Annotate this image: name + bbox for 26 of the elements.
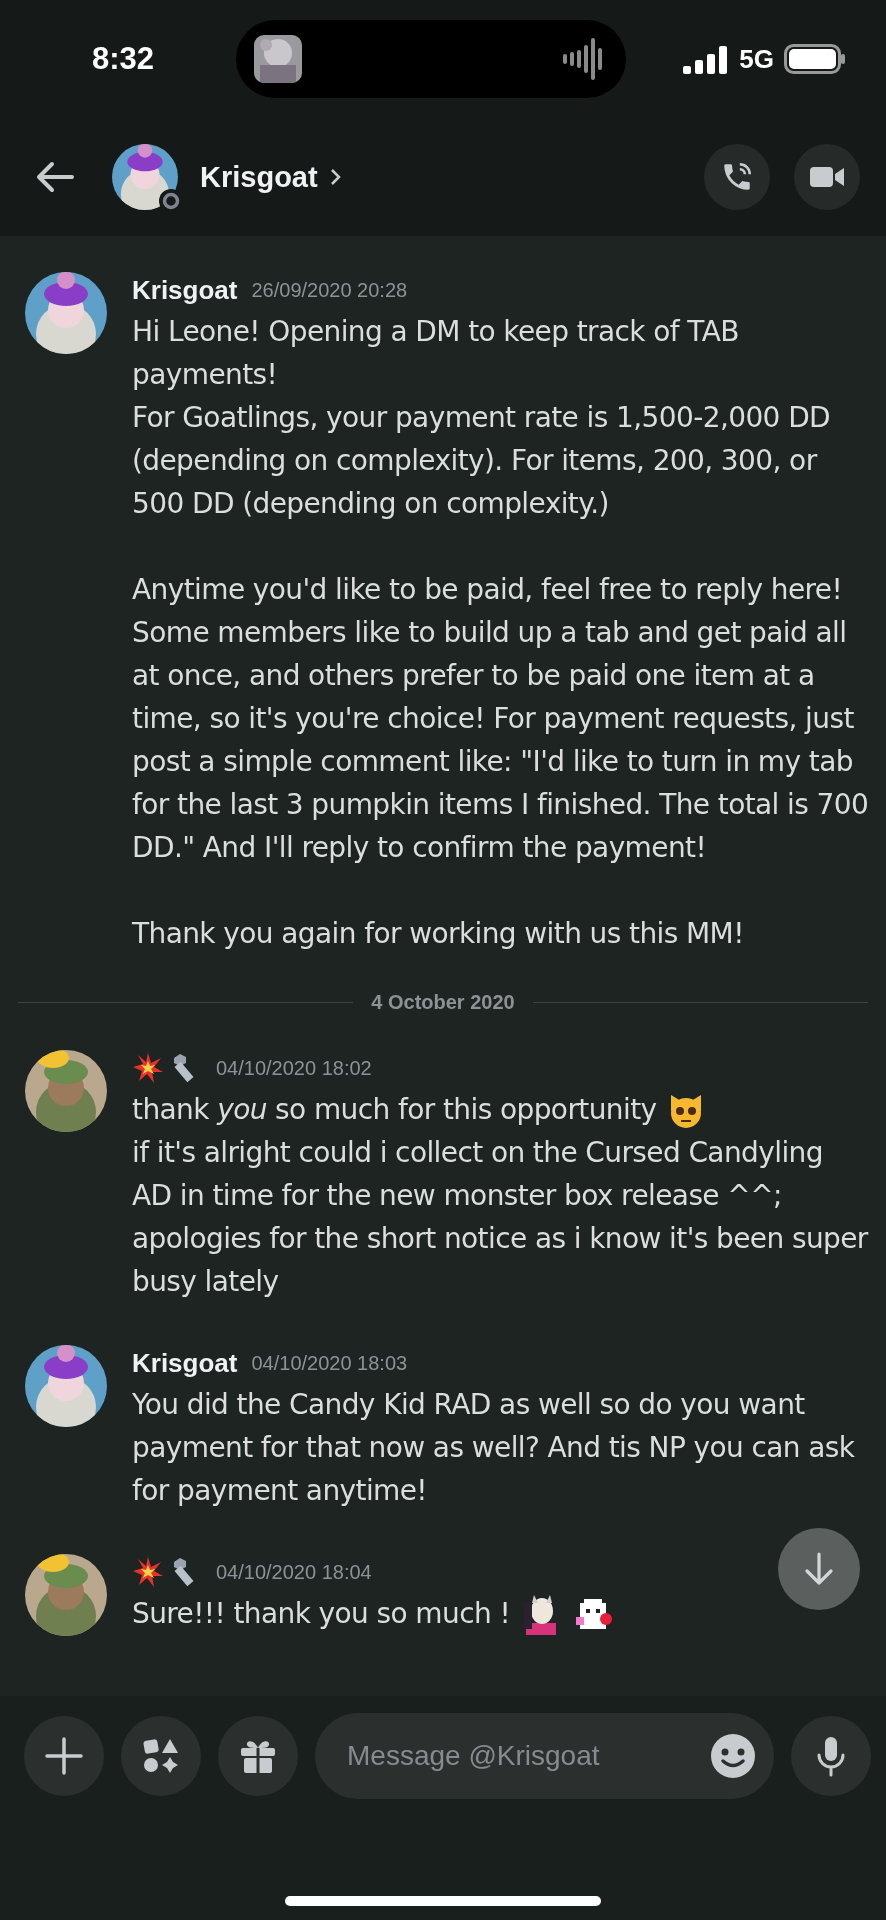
timestamp: 26/09/2020 20:28 — [251, 278, 408, 302]
explosion-icon — [132, 1556, 164, 1588]
contact-name[interactable]: Krisgoat — [200, 160, 318, 194]
timestamp: 04/10/2020 18:02 — [216, 1056, 372, 1080]
network-label: 5G — [739, 43, 774, 75]
signal-icon — [683, 44, 730, 74]
shapes-icon — [142, 1737, 180, 1775]
message-text: if it's alright could i collect on the Cursed Candyling AD in time for the new monster box release ^^; apologies for the short notice as i know it's been super busy lately — [132, 1135, 870, 1300]
explosion-icon — [132, 1052, 164, 1084]
message-text: thank you so much for this opportunity — [132, 1092, 657, 1128]
timestamp: 04/10/2020 18:04 — [216, 1560, 372, 1584]
message-input[interactable]: Message @Krisgoat — [345, 1739, 710, 1773]
message-text: You did the Candy Kid RAD as well so do you want payment for that now as well? And tis NP you can ask for payment anytime! — [132, 1387, 856, 1509]
message-text: Sure!!! thank you so much ! — [132, 1596, 510, 1632]
microphone-icon — [816, 1735, 846, 1777]
date-divider: 4 October 2020 — [371, 991, 515, 1014]
message-text: Hi Leone! Opening a DM to keep track of TAB payments! For Goatlings, your payment rate is 1,500-2,000 DD (depending on complexity). For items, 200, 300, or 500 DD (depending on complexity.) Anytime you'd like to be paid, feel free to reply here! Some members like to build up a tab and get paid all at once, and others prefer to be paid one item at a time, so it's you're choice! For payment requests, just post a simple comment like: "I'd like to turn in my tab for the last 3 pumpkin items I finished. The total is 700 DD." And I'll reply to confirm the payment! Thank you again for working with us this MM! — [132, 314, 870, 952]
back-arrow-icon[interactable] — [36, 161, 74, 193]
emoji-icon[interactable] — [710, 1733, 756, 1779]
author-name[interactable]: Krisgoat — [132, 1347, 238, 1379]
plus-icon — [44, 1736, 84, 1776]
author-name[interactable]: Krisgoat — [132, 274, 238, 306]
battery-icon — [784, 44, 846, 74]
clock: 8:32 — [92, 41, 156, 77]
message-field[interactable]: Message @Krisgoat — [315, 1713, 774, 1799]
timestamp: 04/10/2020 18:03 — [251, 1351, 408, 1375]
